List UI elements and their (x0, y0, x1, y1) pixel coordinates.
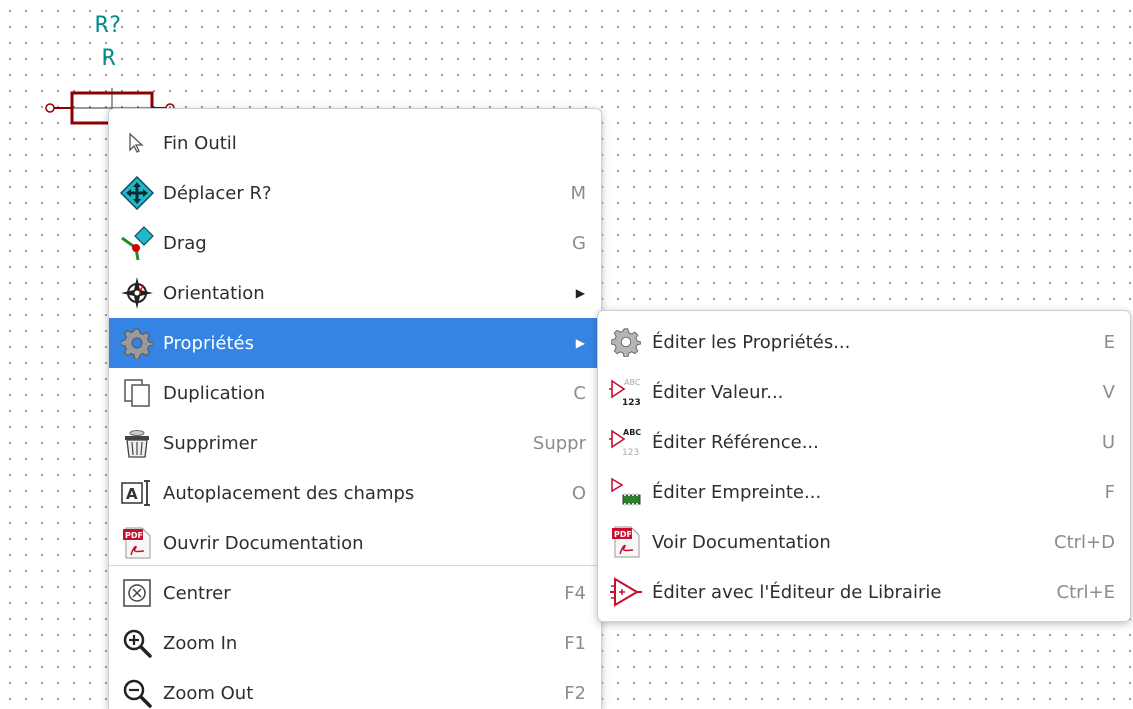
zoom-in-icon (119, 625, 155, 661)
menu-item-shortcut: Suppr (532, 432, 586, 454)
edit-reference-icon: ABC 123 (608, 424, 644, 460)
gear-icon (119, 325, 155, 361)
gear-icon (608, 324, 644, 360)
submenu-item-editer-proprietes[interactable]: Éditer les Propriétés... E (598, 317, 1130, 367)
submenu-item-shortcut: Ctrl+E (1056, 581, 1115, 603)
svg-text:PDF: PDF (614, 530, 632, 539)
menu-item-supprimer[interactable]: Supprimer Suppr (109, 418, 601, 468)
menu-item-centrer[interactable]: Centrer F4 (109, 568, 601, 618)
svg-text:ABC: ABC (624, 378, 641, 387)
menu-item-shortcut: G (572, 232, 586, 254)
component-value[interactable]: R (102, 48, 115, 70)
menu-item-label: Fin Outil (163, 132, 237, 154)
submenu-item-shortcut: Ctrl+D (1054, 531, 1115, 553)
context-menu: Fin Outil Déplacer R? M Drag G Orientati… (108, 108, 602, 709)
duplicate-icon (119, 375, 155, 411)
menu-item-label: Déplacer R? (163, 182, 272, 204)
submenu-item-shortcut: E (1103, 331, 1115, 353)
pdf-icon: PDF (119, 525, 155, 561)
center-icon (119, 575, 155, 611)
submenu-item-editer-empreinte[interactable]: Éditer Empreinte... F (598, 467, 1130, 517)
menu-item-duplication[interactable]: Duplication C (109, 368, 601, 418)
submenu-item-label: Éditer Référence... (652, 431, 819, 453)
submenu-item-label: Éditer Valeur... (652, 381, 784, 403)
move-icon (119, 175, 155, 211)
submenu-item-editer-valeur[interactable]: ABC 123 Éditer Valeur... V (598, 367, 1130, 417)
menu-item-zoom-out[interactable]: Zoom Out F2 (109, 668, 601, 709)
submenu-item-label: Éditer les Propriétés... (652, 331, 851, 353)
menu-separator (109, 565, 601, 566)
svg-text:A: A (126, 485, 138, 503)
svg-text:ABC: ABC (623, 428, 641, 437)
autoplace-fields-icon: A (119, 475, 155, 511)
library-editor-icon (608, 574, 644, 610)
svg-text:123: 123 (622, 398, 641, 408)
menu-item-proprietes[interactable]: Propriétés ▶ (109, 318, 601, 368)
submenu-item-label: Éditer Empreinte... (652, 481, 822, 503)
edit-footprint-icon (608, 474, 644, 510)
menu-item-label: Zoom Out (163, 682, 254, 704)
menu-item-shortcut: F1 (564, 632, 586, 654)
menu-item-autoplacement[interactable]: A Autoplacement des champs O (109, 468, 601, 518)
submenu-arrow-icon: ▶ (575, 336, 585, 350)
menu-item-shortcut: F2 (564, 682, 586, 704)
submenu-item-editer-librairie[interactable]: Éditer avec l'Éditeur de Librairie Ctrl+… (598, 567, 1130, 617)
submenu-item-label: Voir Documentation (652, 531, 831, 553)
menu-item-label: Drag (163, 232, 207, 254)
drag-icon (119, 225, 155, 261)
component-reference[interactable]: R? (95, 15, 122, 37)
menu-item-label: Duplication (163, 382, 266, 404)
properties-submenu: Éditer les Propriétés... E ABC 123 Édite… (597, 310, 1131, 622)
menu-item-drag[interactable]: Drag G (109, 218, 601, 268)
menu-item-label: Ouvrir Documentation (163, 532, 364, 554)
submenu-item-shortcut: U (1101, 431, 1115, 453)
submenu-item-voir-documentation[interactable]: PDF Voir Documentation Ctrl+D (598, 517, 1130, 567)
menu-item-deplacer[interactable]: Déplacer R? M (109, 168, 601, 218)
trash-icon (119, 425, 155, 461)
menu-item-label: Orientation (163, 282, 265, 304)
svg-text:123: 123 (622, 448, 639, 458)
menu-item-label: Supprimer (163, 432, 258, 454)
menu-item-orientation[interactable]: Orientation ▶ (109, 268, 601, 318)
menu-item-label: Propriétés (163, 332, 254, 354)
edit-value-icon: ABC 123 (608, 374, 644, 410)
submenu-item-shortcut: F (1104, 481, 1115, 503)
menu-item-zoom-in[interactable]: Zoom In F1 (109, 618, 601, 668)
menu-item-shortcut: O (571, 482, 586, 504)
menu-item-fin-outil[interactable]: Fin Outil (109, 118, 601, 168)
cursor-arrow-icon (119, 125, 155, 161)
submenu-item-shortcut: V (1102, 381, 1115, 403)
menu-item-label: Centrer (163, 582, 231, 604)
menu-item-shortcut: F4 (564, 582, 586, 604)
menu-item-ouvrir-documentation[interactable]: PDF Ouvrir Documentation (109, 518, 601, 568)
menu-item-label: Zoom In (163, 632, 238, 654)
orientation-icon (119, 275, 155, 311)
menu-item-label: Autoplacement des champs (163, 482, 415, 504)
pdf-icon: PDF (608, 524, 644, 560)
submenu-item-editer-reference[interactable]: ABC 123 Éditer Référence... U (598, 417, 1130, 467)
zoom-out-icon (119, 675, 155, 709)
menu-item-shortcut: M (570, 182, 586, 204)
submenu-item-label: Éditer avec l'Éditeur de Librairie (652, 581, 942, 603)
menu-item-shortcut: C (573, 382, 586, 404)
svg-text:PDF: PDF (125, 531, 143, 540)
submenu-arrow-icon: ▶ (575, 286, 585, 300)
